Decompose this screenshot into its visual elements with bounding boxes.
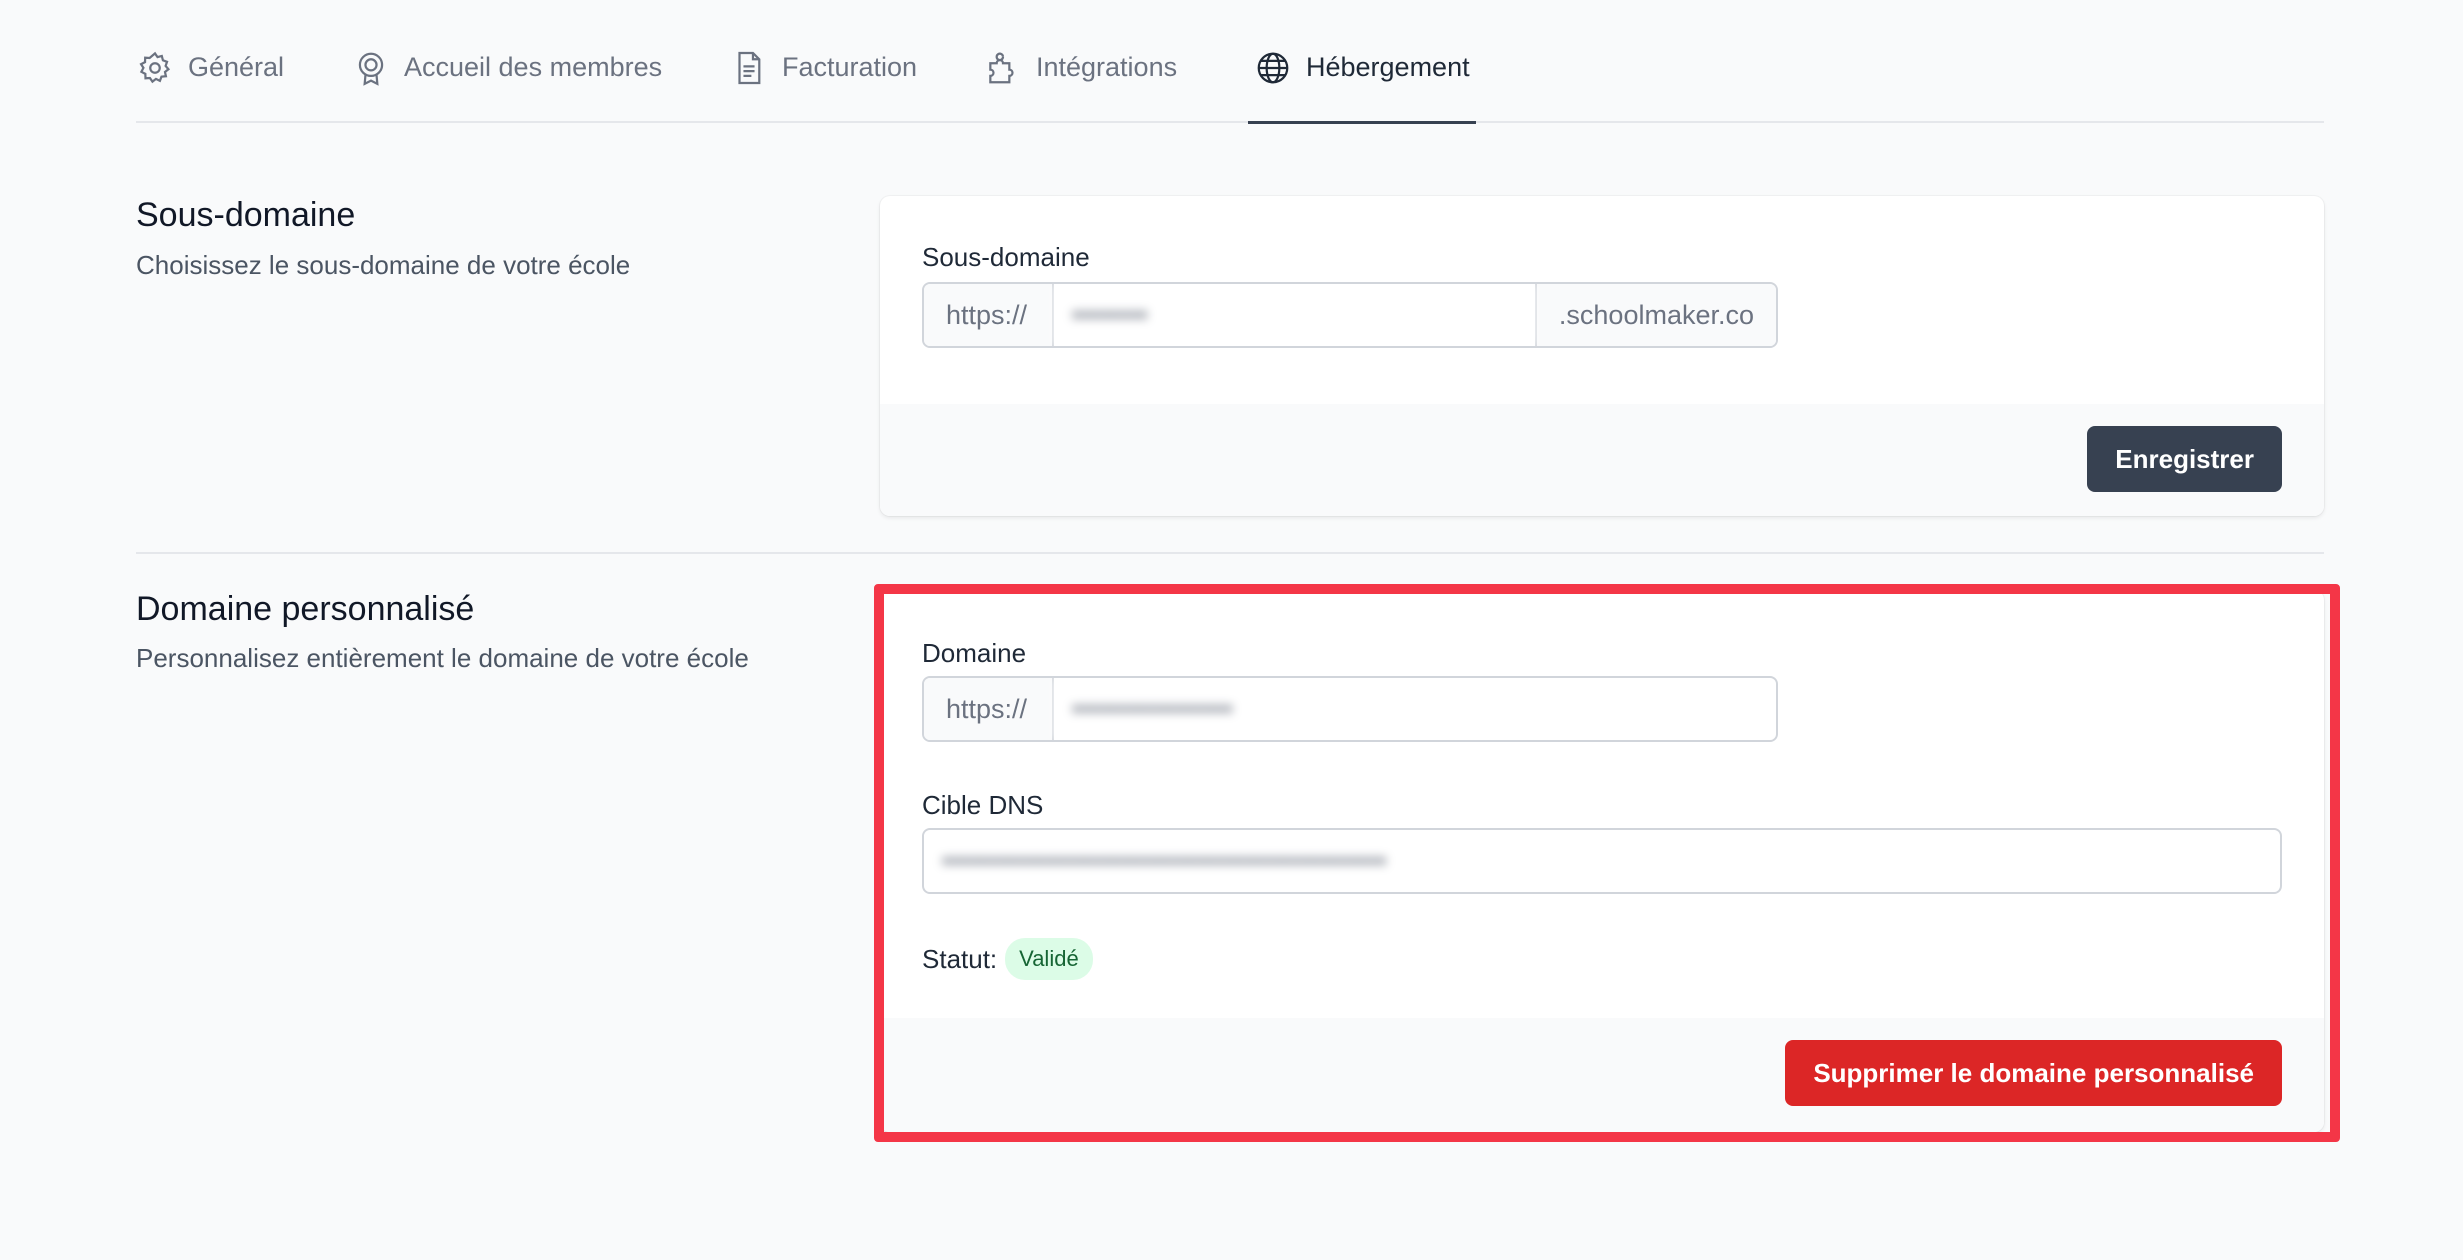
document-icon <box>730 49 768 87</box>
settings-tabs: Général Accueil des membres Facturation <box>136 0 2324 124</box>
tab-hosting[interactable]: Hébergement <box>1248 52 1476 124</box>
subdomain-field-label: Sous-domaine <box>922 242 1090 272</box>
subdomain-card-footer: Enregistrer <box>880 404 2324 516</box>
dns-target-input[interactable] <box>924 830 2280 892</box>
tab-label: Hébergement <box>1306 52 1470 82</box>
status-label: Statut: <box>922 943 998 974</box>
status-row: Statut: Validé <box>922 938 1093 980</box>
tab-member-welcome[interactable]: Accueil des membres <box>352 52 662 124</box>
gear-icon <box>136 49 174 87</box>
custom-domain-card: Domaine https:// Cible DNS Statut: Valid… <box>880 590 2324 1132</box>
dns-target-label: Cible DNS <box>922 790 1044 820</box>
subdomain-suffix: .schoolmaker.co <box>1534 284 1776 346</box>
custom-domain-card-footer: Supprimer le domaine personnalisé <box>880 1018 2324 1132</box>
custom-domain-section-title: Domaine personnalisé <box>136 590 475 628</box>
puzzle-icon <box>984 49 1022 87</box>
tab-label: Intégrations <box>1036 52 1178 82</box>
status-badge: Validé <box>1005 938 1093 980</box>
subdomain-input[interactable] <box>1054 284 1535 346</box>
globe-icon <box>1254 49 1292 87</box>
subdomain-section-description: Choisissez le sous-domaine de votre écol… <box>136 250 631 280</box>
tab-integrations[interactable]: Intégrations <box>984 52 1177 124</box>
subdomain-prefix: https:// <box>924 284 1054 346</box>
subdomain-section-title: Sous-domaine <box>136 196 356 234</box>
tab-billing[interactable]: Facturation <box>730 49 918 124</box>
tab-label: Général <box>188 52 285 82</box>
badge-icon <box>352 49 390 87</box>
tab-label: Facturation <box>782 52 918 82</box>
domain-field-label: Domaine <box>922 638 1027 668</box>
subdomain-input-group: https:// .schoolmaker.co <box>922 282 1778 348</box>
custom-domain-section-description: Personnalisez entièrement le domaine de … <box>136 643 749 673</box>
tab-general[interactable]: Général <box>136 49 285 124</box>
delete-custom-domain-button[interactable]: Supprimer le domaine personnalisé <box>1785 1040 2282 1106</box>
dns-target-input-group <box>922 828 2282 894</box>
domain-input[interactable] <box>1054 678 1776 740</box>
domain-prefix: https:// <box>924 678 1054 740</box>
section-divider <box>136 552 2324 554</box>
save-button[interactable]: Enregistrer <box>2087 426 2282 492</box>
domain-input-group: https:// <box>922 676 1778 742</box>
subdomain-card: Sous-domaine https:// .schoolmaker.co En… <box>880 196 2324 516</box>
tab-label: Accueil des membres <box>404 52 663 82</box>
